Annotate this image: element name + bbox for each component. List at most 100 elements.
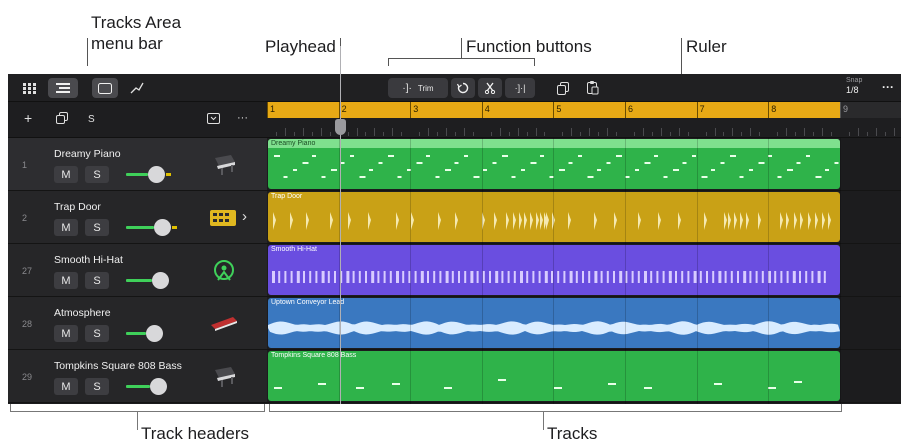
mute-button[interactable]: M (54, 166, 78, 183)
solo-button[interactable]: S (85, 166, 109, 183)
callout-line-menu-bar (87, 38, 88, 66)
duplicate-icon (56, 112, 68, 124)
ruler-subtick (750, 128, 752, 136)
solo-button[interactable]: S (85, 378, 109, 395)
volume-slider[interactable] (126, 166, 174, 183)
track-inbox-button[interactable] (207, 112, 220, 127)
track-header[interactable]: 29 Tompkins Square 808 Bass M S (8, 350, 267, 403)
ruler-subtick (875, 128, 877, 136)
mute-button[interactable]: M (54, 378, 78, 395)
tracks-view-button[interactable] (48, 78, 78, 98)
ruler-subtick (589, 128, 591, 136)
add-track-button[interactable]: + (24, 110, 32, 126)
ruler-subtick (723, 132, 725, 136)
tracks-area: ·]· Trim ·]·| Snap 1/8 ··· + S ··· 1 Dre… (8, 74, 901, 404)
trim-button[interactable]: ·]· Trim (388, 78, 448, 98)
ruler-subtick (446, 128, 447, 136)
automation-button[interactable] (126, 78, 148, 98)
ruler-outside-region: 9 (840, 102, 901, 118)
solo-button[interactable]: S (85, 272, 109, 289)
copy-icon (557, 81, 569, 95)
volume-slider[interactable] (126, 325, 174, 342)
lane-separator (267, 402, 901, 403)
ruler-subtick (714, 128, 716, 136)
duplicate-track-button[interactable] (56, 112, 68, 127)
mute-button[interactable]: M (54, 325, 78, 342)
ruler-subtick (607, 128, 609, 136)
volume-knob[interactable] (154, 219, 171, 236)
ruler-subtick (472, 132, 474, 136)
callout-playhead: Playhead (265, 37, 336, 56)
volume-fill (126, 226, 154, 229)
instrument-button[interactable] (209, 311, 239, 337)
headers-more-button[interactable]: ··· (237, 112, 248, 124)
lane-separator (267, 190, 901, 191)
ruler-bar-number: 2 (341, 104, 347, 114)
volume-slider[interactable] (126, 272, 174, 289)
join-icon: ·]·| (514, 83, 526, 93)
ruler-subtick (463, 128, 465, 136)
global-solo-button[interactable]: S (88, 114, 95, 125)
paste-icon (587, 81, 599, 95)
ruler-subtick (383, 132, 385, 136)
playhead-handle[interactable] (335, 119, 346, 135)
toolbar-more-button[interactable]: ··· (882, 80, 894, 94)
solo-button[interactable]: S (85, 325, 109, 342)
track-name: Dreamy Piano (54, 148, 121, 160)
instrument-button[interactable] (209, 205, 239, 231)
ruler-subtick (812, 132, 814, 136)
callout-tracks-area-menu-bar: Tracks Area menu bar (91, 12, 199, 54)
volume-knob[interactable] (150, 378, 167, 395)
track-header[interactable]: 27 Smooth Hi-Hat M S (8, 244, 267, 297)
ruler-subtick (804, 128, 805, 136)
join-button[interactable]: ·]·| (505, 78, 535, 98)
track-header[interactable]: 28 Atmosphere M S (8, 297, 267, 350)
volume-fill (126, 385, 150, 388)
callout-bracket-left (388, 58, 389, 66)
volume-slider[interactable] (126, 219, 177, 236)
ruler-subtick (365, 132, 367, 136)
ruler-subtick (329, 132, 331, 136)
volume-slider[interactable] (126, 378, 174, 395)
snap-label: Snap (846, 77, 863, 84)
instrument-button[interactable] (209, 152, 239, 178)
paste-button[interactable] (582, 78, 604, 98)
ruler-subtick (401, 132, 403, 136)
ruler[interactable]: 1 2 3 4 5 6 7 8 9 (267, 102, 901, 138)
tracks-bracket-right (841, 404, 842, 412)
ruler-bar-tick (481, 102, 483, 118)
volume-knob[interactable] (148, 166, 165, 183)
mute-button[interactable]: M (54, 219, 78, 236)
mute-button[interactable]: M (54, 272, 78, 289)
ruler-subtick (821, 128, 823, 136)
loop-button[interactable] (451, 78, 475, 98)
chevron-right-icon[interactable]: › (242, 208, 247, 225)
bar-line (625, 138, 626, 404)
snap-control[interactable]: Snap 1/8 (846, 77, 876, 101)
split-button[interactable] (478, 78, 502, 98)
playhead[interactable] (340, 46, 341, 404)
callout-bracket-right (534, 58, 535, 66)
grid-view-button[interactable] (18, 78, 40, 98)
inbox-icon (207, 113, 220, 124)
add-icon: + (24, 110, 33, 126)
volume-fill (126, 332, 146, 335)
solo-button[interactable]: S (85, 219, 109, 236)
track-header[interactable]: 2 Trap Door M S › (8, 191, 267, 244)
editor-view-button[interactable] (92, 78, 118, 98)
ruler-subtick (535, 128, 537, 136)
track-number: 2 (22, 212, 28, 223)
callout-function-buttons: Function buttons (466, 37, 592, 56)
volume-knob[interactable] (146, 325, 163, 342)
track-header[interactable]: 1 Dreamy Piano M S (8, 138, 267, 191)
copy-button[interactable] (552, 78, 574, 98)
volume-knob[interactable] (152, 272, 169, 289)
instrument-button[interactable] (209, 364, 239, 390)
instrument-button[interactable] (209, 258, 239, 284)
trim-label: Trim (417, 83, 434, 93)
ruler-cycle-bar[interactable]: 1 2 3 4 5 6 7 8 (267, 102, 840, 118)
tracks-bracket (269, 411, 842, 412)
ruler-subtick (866, 132, 868, 136)
ruler-subtick (508, 132, 510, 136)
track-name: Atmosphere (54, 307, 111, 319)
